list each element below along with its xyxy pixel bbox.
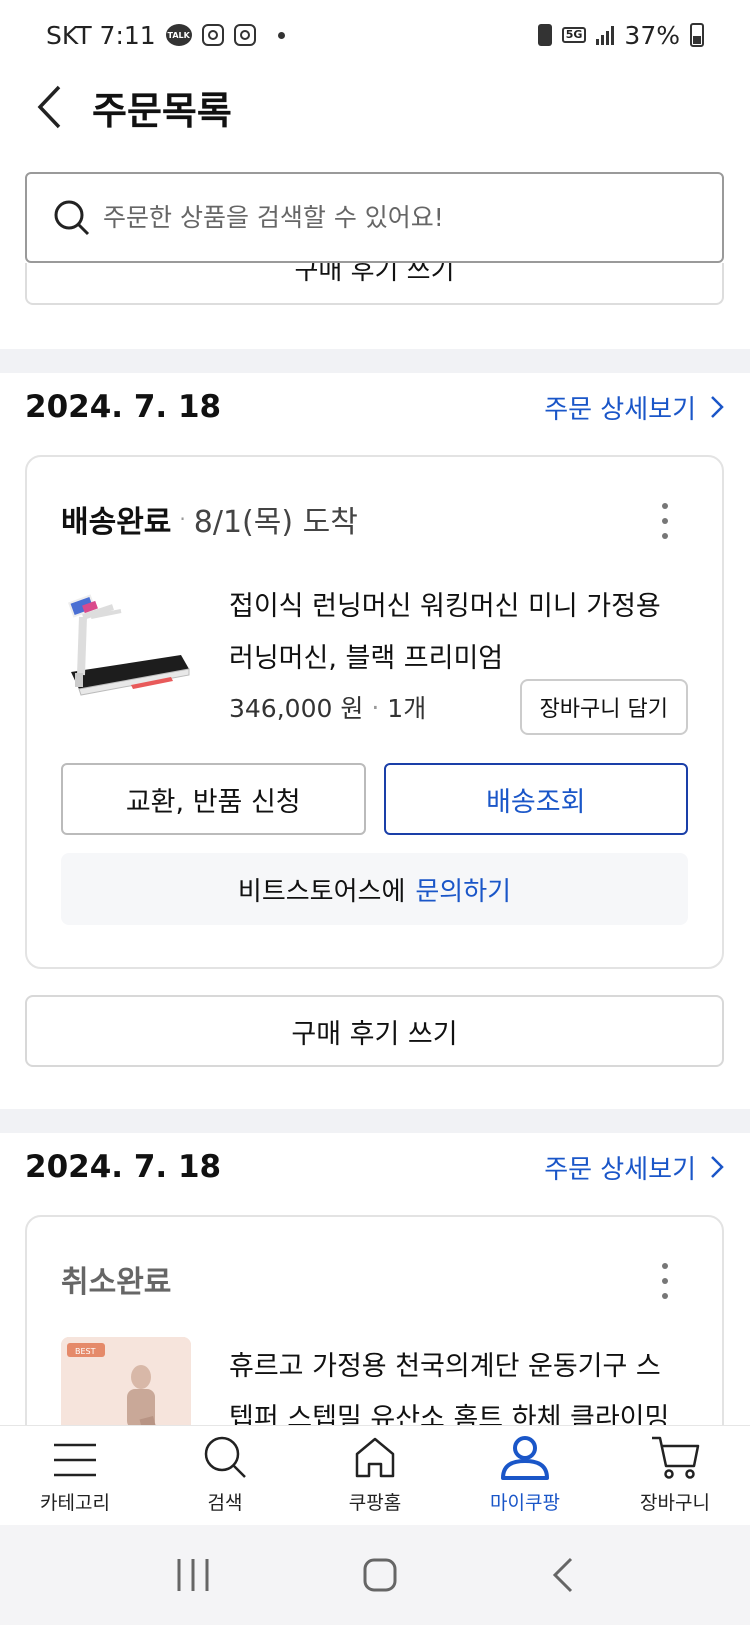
thumb-badge: BEST: [75, 1347, 96, 1356]
search-input[interactable]: [103, 203, 663, 232]
search-box[interactable]: [25, 172, 724, 263]
home-button-icon[interactable]: [360, 1555, 400, 1595]
more-options-icon-2[interactable]: [660, 1263, 670, 1299]
product-price: 346,000 원 · 1개: [229, 685, 426, 729]
quantity: 1개: [387, 694, 427, 723]
exchange-return-button[interactable]: 교환, 반품 신청: [61, 763, 366, 835]
price-value: 346,000 원: [229, 694, 364, 723]
status-right: 5G 37%: [537, 20, 704, 50]
order-detail-label-2: 주문 상세보기: [544, 1154, 696, 1185]
user-icon: [501, 1436, 549, 1480]
order-group-2: 2024. 7. 18 주문 상세보기 취소완료 BEST 휴르고 가정용 천국…: [0, 1133, 750, 1425]
kakaotalk-icon: TALK: [165, 24, 192, 46]
order-date-2: 2024. 7. 18: [25, 1149, 222, 1185]
nav-label-my-coupang: 마이쿠팡: [490, 1492, 560, 1514]
search-icon: [54, 200, 90, 235]
battery-icon: [690, 23, 704, 47]
carrier-time: SKT 7:11: [46, 20, 156, 50]
product-name[interactable]: 접이식 런닝머신 워킹머신 미니 가정용 러닝머신, 블랙 프리미엄: [229, 581, 679, 685]
system-nav-bar: [0, 1525, 750, 1625]
back-button[interactable]: [10, 70, 90, 144]
order-detail-label: 주문 상세보기: [544, 394, 696, 425]
order-card: 배송완료 · 8/1(목) 도착 접이식 런닝머신 워킹머신 미니 가정용 러닝…: [25, 455, 724, 969]
treadmill-image: [61, 577, 191, 707]
nav-item-category[interactable]: 카테고리: [0, 1426, 150, 1525]
menu-icon: [54, 1443, 96, 1477]
chevron-right-icon: [711, 1156, 724, 1178]
arrival-date: 8/1(목) 도착: [193, 505, 358, 540]
cart-icon: [652, 1436, 700, 1479]
section-separator-2: [0, 1109, 750, 1133]
home-icon: [355, 1437, 395, 1478]
stepper-image: BEST: [61, 1337, 191, 1425]
order-detail-link[interactable]: 주문 상세보기: [544, 389, 724, 426]
order-list[interactable]: 구매 후기 쓰기 2024. 7. 18 주문 상세보기 배송완료 · 8/1(…: [0, 263, 750, 1425]
inquiry-link[interactable]: 문의하기: [415, 871, 511, 908]
cancel-status: 취소완료: [61, 1257, 171, 1301]
notification-dot-icon: [277, 31, 285, 39]
nav-item-my-coupang[interactable]: 마이쿠팡: [450, 1426, 600, 1525]
delivery-status: 배송완료 · 8/1(목) 도착: [61, 497, 358, 541]
battery-saver-icon: [537, 24, 552, 46]
review-button-previous[interactable]: 구매 후기 쓰기: [25, 263, 724, 305]
instagram-icon-2: [233, 24, 256, 46]
more-options-icon[interactable]: [660, 503, 670, 539]
status-separator: ·: [179, 507, 186, 531]
seller-name: 비트스토어스에: [237, 876, 406, 907]
battery-percent: 37%: [624, 20, 680, 50]
order-date: 2024. 7. 18: [25, 389, 222, 425]
seller-inquiry: 비트스토어스에 문의하기: [61, 853, 688, 925]
write-review-button[interactable]: 구매 후기 쓰기: [25, 995, 724, 1067]
status-label: 배송완료: [61, 505, 172, 540]
page-title: 주문목록: [92, 88, 232, 133]
network-type: 5G: [561, 27, 587, 43]
chevron-right-icon: [711, 396, 724, 418]
nav-label-search: 검색: [207, 1492, 243, 1514]
instagram-icon: [201, 24, 224, 46]
header: 주문목록: [0, 70, 750, 144]
status-left: SKT 7:11 TALK: [46, 21, 285, 50]
search-icon: [204, 1436, 246, 1478]
section-separator: [0, 349, 750, 373]
nav-label-category: 카테고리: [40, 1492, 110, 1514]
nav-item-cart[interactable]: 장바구니: [600, 1426, 750, 1525]
nav-item-home[interactable]: 쿠팡홈: [300, 1426, 450, 1525]
back-nav-icon[interactable]: [547, 1555, 577, 1595]
order-card-2: 취소완료 BEST 휴르고 가정용 천국의계단 운동기구 스텝퍼 스텝밀 유산소…: [25, 1215, 724, 1425]
status-label-2: 취소완료: [61, 1265, 172, 1300]
product-thumbnail-2[interactable]: BEST: [61, 1337, 191, 1425]
signal-icon: [596, 25, 615, 45]
bottom-nav: 카테고리 검색 쿠팡홈 마이쿠팡 장바구니: [0, 1425, 750, 1525]
action-buttons: 교환, 반품 신청 배송조회: [61, 763, 688, 835]
product-thumbnail[interactable]: [61, 577, 191, 707]
product-name-2[interactable]: 휴르고 가정용 천국의계단 운동기구 스텝퍼 스텝밀 유산소 홈트 하체 클라이…: [229, 1341, 679, 1425]
order-group: 2024. 7. 18 주문 상세보기 배송완료 · 8/1(목) 도착 접이식…: [0, 373, 750, 1067]
price-separator: ·: [371, 692, 380, 722]
add-to-cart-button[interactable]: 장바구니 담기: [519, 679, 688, 735]
back-arrow-icon: [37, 85, 61, 129]
order-date-row: 2024. 7. 18 주문 상세보기: [25, 387, 724, 427]
track-delivery-button[interactable]: 배송조회: [383, 763, 688, 835]
status-bar: SKT 7:11 TALK 5G 37%: [0, 0, 750, 70]
nav-item-search[interactable]: 검색: [150, 1426, 300, 1525]
order-detail-link-2[interactable]: 주문 상세보기: [544, 1149, 724, 1186]
order-date-row-2: 2024. 7. 18 주문 상세보기: [25, 1147, 724, 1187]
nav-label-cart: 장바구니: [640, 1492, 710, 1514]
recent-apps-icon[interactable]: [173, 1557, 213, 1593]
nav-label-home: 쿠팡홈: [348, 1492, 402, 1514]
